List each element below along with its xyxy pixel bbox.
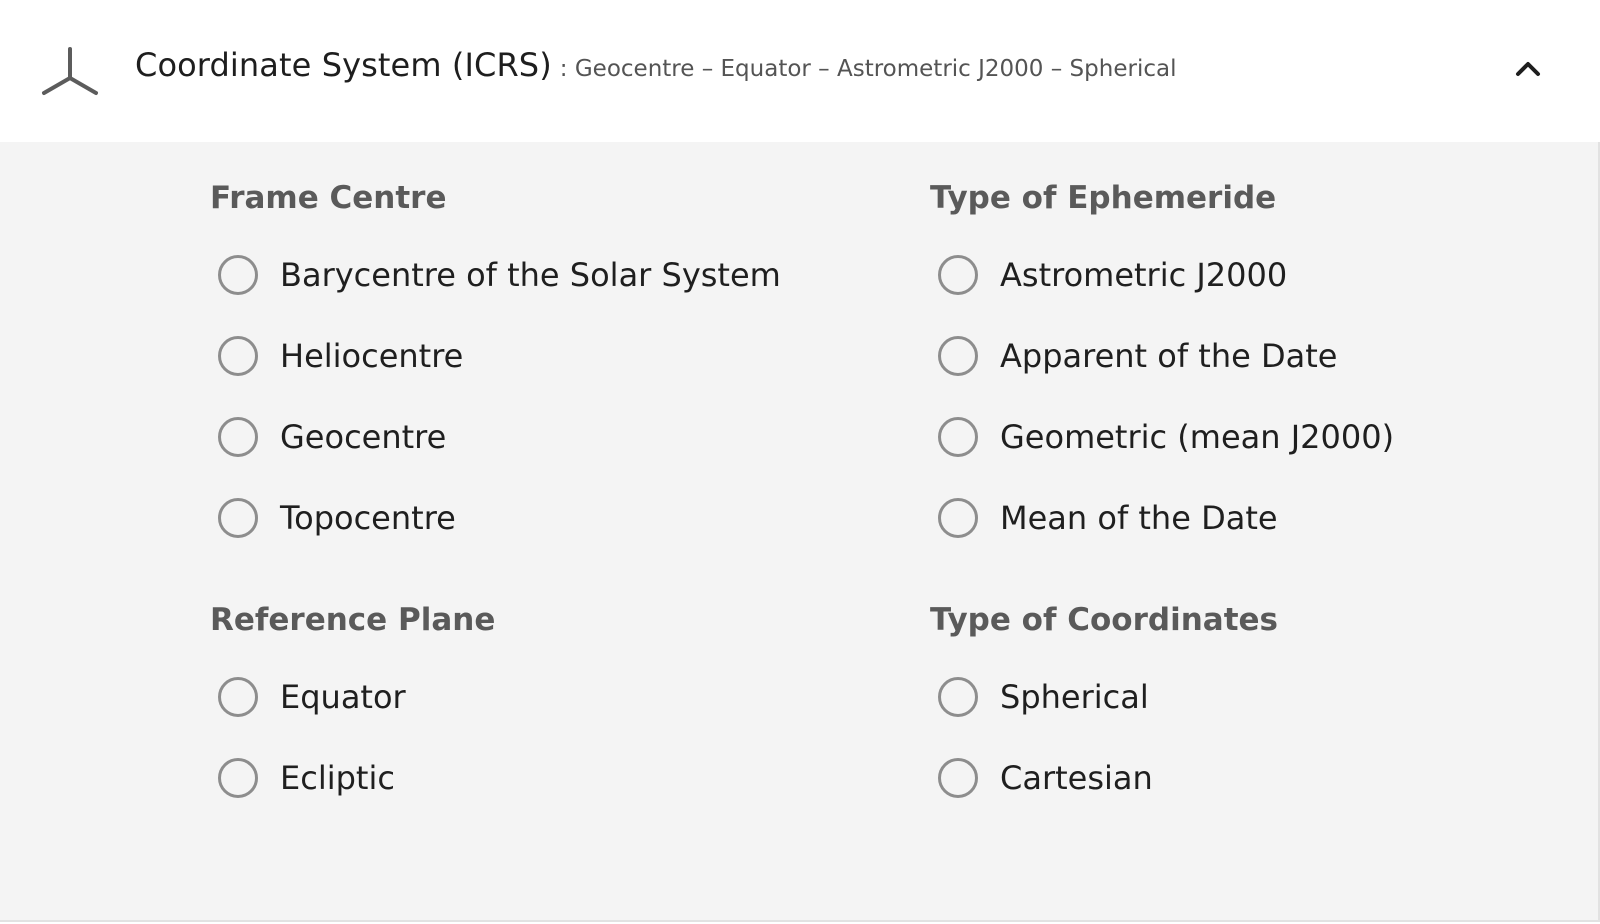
header-title-group: Coordinate System (ICRS) : Geocentre – E… <box>135 46 1176 90</box>
panel-summary: : Geocentre – Equator – Astrometric J200… <box>559 56 1177 82</box>
ephemeride-type-group: Type of Ephemeride Astrometric J2000 App… <box>930 178 1590 558</box>
group-title: Reference Plane <box>210 602 496 638</box>
group-title: Frame Centre <box>210 180 447 216</box>
radio-button[interactable] <box>938 497 978 538</box>
radio-option-spherical[interactable]: Spherical <box>930 656 1590 737</box>
option-label: Barycentre of the Solar System <box>280 255 781 294</box>
option-label: Ecliptic <box>280 758 395 797</box>
option-label: Geocentre <box>280 417 447 456</box>
radio-button[interactable] <box>938 757 978 798</box>
option-label: Topocentre <box>280 498 456 537</box>
radio-button[interactable] <box>938 416 978 457</box>
option-label: Apparent of the Date <box>1000 336 1338 375</box>
radio-option-equator[interactable]: Equator <box>210 656 870 737</box>
group-title: Type of Ephemeride <box>930 180 1277 216</box>
radio-option-astrometric-j2000[interactable]: Astrometric J2000 <box>930 234 1590 315</box>
radio-button[interactable] <box>218 757 258 798</box>
radio-button[interactable] <box>938 254 978 295</box>
frame-centre-group: Frame Centre Barycentre of the Solar Sys… <box>210 178 870 558</box>
radio-button[interactable] <box>218 416 258 457</box>
option-label: Mean of the Date <box>1000 498 1278 537</box>
radio-option-cartesian[interactable]: Cartesian <box>930 737 1590 818</box>
axes-icon <box>40 46 100 98</box>
option-label: Heliocentre <box>280 336 464 375</box>
chevron-up-icon <box>1516 62 1540 76</box>
panel-body: Frame Centre Barycentre of the Solar Sys… <box>0 142 1600 922</box>
radio-button[interactable] <box>938 335 978 376</box>
radio-option-heliocentre[interactable]: Heliocentre <box>210 315 870 396</box>
radio-option-mean-of-date[interactable]: Mean of the Date <box>930 477 1590 558</box>
option-label: Equator <box>280 677 406 716</box>
radio-option-geocentre[interactable]: Geocentre <box>210 396 870 477</box>
collapse-button[interactable] <box>1506 50 1550 86</box>
option-label: Geometric (mean J2000) <box>1000 417 1395 456</box>
option-label: Spherical <box>1000 677 1149 716</box>
radio-option-apparent-of-date[interactable]: Apparent of the Date <box>930 315 1590 396</box>
panel-title: Coordinate System (ICRS) <box>135 46 552 84</box>
radio-button[interactable] <box>218 254 258 295</box>
reference-plane-group: Reference Plane Equator Ecliptic <box>210 600 870 818</box>
radio-button[interactable] <box>218 497 258 538</box>
radio-option-ecliptic[interactable]: Ecliptic <box>210 737 870 818</box>
panel-header[interactable]: Coordinate System (ICRS) : Geocentre – E… <box>0 0 1600 142</box>
group-title: Type of Coordinates <box>930 602 1278 638</box>
radio-option-topocentre[interactable]: Topocentre <box>210 477 870 558</box>
radio-button[interactable] <box>938 676 978 717</box>
coordinate-system-panel: Coordinate System (ICRS) : Geocentre – E… <box>0 0 1600 924</box>
coordinates-type-group: Type of Coordinates Spherical Cartesian <box>930 600 1590 818</box>
radio-option-geometric-mean-j2000[interactable]: Geometric (mean J2000) <box>930 396 1590 477</box>
radio-button[interactable] <box>218 676 258 717</box>
option-label: Cartesian <box>1000 758 1153 797</box>
option-label: Astrometric J2000 <box>1000 255 1288 294</box>
radio-option-barycentre[interactable]: Barycentre of the Solar System <box>210 234 870 315</box>
radio-button[interactable] <box>218 335 258 376</box>
